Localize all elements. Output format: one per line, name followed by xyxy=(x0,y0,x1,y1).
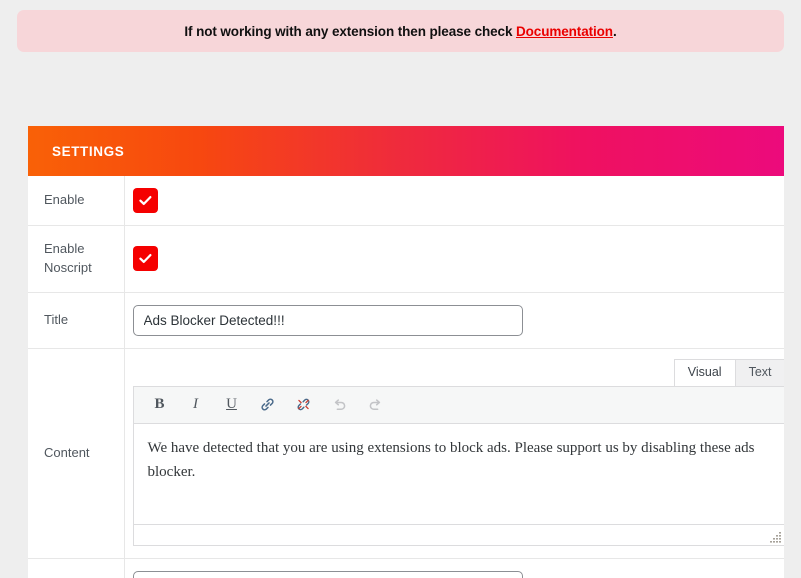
undo-icon xyxy=(330,395,350,415)
table-row-enable-noscript: Enable Noscript xyxy=(28,225,784,293)
resize-grip-icon[interactable] xyxy=(768,531,782,543)
title-input[interactable] xyxy=(132,304,523,336)
tab-visual[interactable]: Visual xyxy=(673,359,736,386)
label-content: Content xyxy=(28,348,125,559)
check-icon xyxy=(138,196,151,205)
settings-header-title: SETTINGS xyxy=(52,143,125,159)
check-icon xyxy=(138,254,151,264)
table-row-title: Title xyxy=(28,292,784,349)
label-width: Width (in %) xyxy=(28,558,125,578)
link-icon[interactable] xyxy=(258,395,278,415)
underline-icon[interactable]: U xyxy=(222,395,242,415)
field-title xyxy=(124,292,784,348)
settings-table: Enable Enable Noscript Title Ads Blocker… xyxy=(28,176,784,578)
tab-text[interactable]: Text xyxy=(734,359,784,386)
bold-icon[interactable]: B xyxy=(150,395,170,415)
label-enable: Enable xyxy=(28,176,125,226)
label-title: Title xyxy=(28,292,125,349)
editor-content-area[interactable]: We have detected that you are using exte… xyxy=(132,423,784,524)
documentation-notice-bar: If not working with any extension then p… xyxy=(17,10,784,52)
field-enable-noscript xyxy=(124,226,784,293)
italic-icon[interactable]: I xyxy=(186,395,206,415)
table-row-enable: Enable xyxy=(28,176,784,226)
editor-toolbar: B I U xyxy=(132,385,784,424)
table-row-content: Content Visual Text B I U We have detect… xyxy=(28,348,784,559)
settings-panel-clip: SETTINGS Enable Enable Noscript Title Ad… xyxy=(14,63,784,578)
notice-text: If not working with any extension then p… xyxy=(184,24,616,39)
notice-text-after: . xyxy=(612,23,617,39)
settings-panel: SETTINGS Enable Enable Noscript Title Ad… xyxy=(28,126,784,578)
documentation-link[interactable]: Documentation xyxy=(516,24,613,39)
field-width xyxy=(124,558,784,578)
field-enable xyxy=(124,176,784,226)
wysiwyg-editor: Visual Text B I U We have detected that … xyxy=(132,359,784,546)
redo-icon xyxy=(366,395,386,415)
width-input[interactable] xyxy=(132,570,523,578)
enable-checkbox[interactable] xyxy=(132,188,158,213)
field-content: Visual Text B I U We have detected that … xyxy=(124,348,784,558)
settings-panel-header: SETTINGS xyxy=(28,126,784,176)
enable-noscript-checkbox[interactable] xyxy=(132,246,158,272)
notice-text-before: If not working with any extension then p… xyxy=(184,23,516,39)
editor-statusbar xyxy=(132,523,784,546)
table-row-width: Width (in %) xyxy=(28,558,784,578)
unlink-icon[interactable] xyxy=(294,395,314,415)
label-enable-noscript: Enable Noscript xyxy=(28,225,125,293)
editor-tab-bar: Visual Text xyxy=(133,359,784,386)
